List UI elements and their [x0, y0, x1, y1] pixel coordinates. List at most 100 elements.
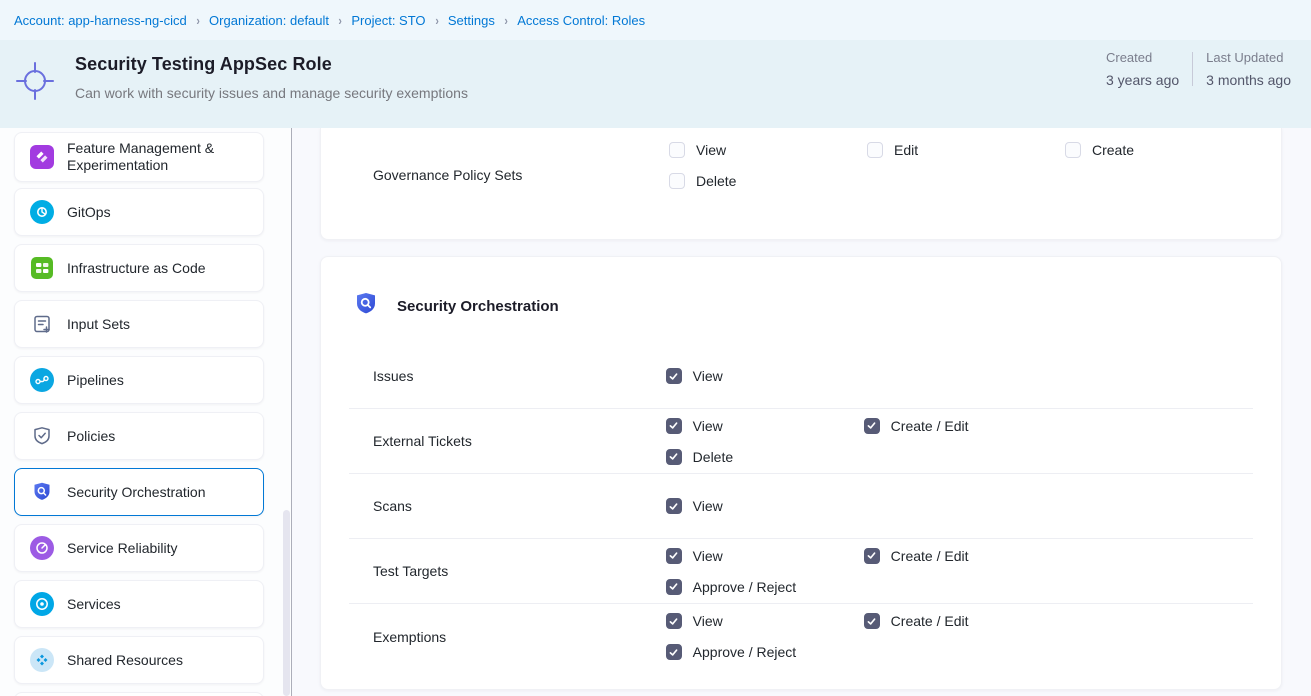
breadcrumb-access-control-roles[interactable]: Access Control: Roles: [517, 13, 645, 28]
resource-label: Issues: [373, 368, 666, 384]
resource-label: Exemptions: [373, 629, 666, 645]
gitops-icon: [30, 200, 54, 224]
permission-create-edit[interactable]: Create / Edit: [864, 548, 1062, 564]
created-value: 3 years ago: [1106, 72, 1179, 88]
sidebar-item-label: Service Reliability: [67, 540, 177, 557]
checkbox-icon[interactable]: [864, 613, 880, 629]
governance-permissions: View Edit Create Delete: [669, 142, 1263, 239]
resource-sidebar: Feature Management & Experimentation Git…: [0, 128, 291, 696]
sidebar-item-label: Services: [67, 596, 121, 613]
sidebar-item-label: Security Orchestration: [67, 484, 206, 501]
permission-view[interactable]: View: [666, 548, 864, 564]
sidebar-scrollbar-thumb[interactable]: [283, 510, 290, 696]
pipelines-icon: [30, 368, 54, 392]
input-sets-icon: [30, 312, 54, 336]
section-header: Security Orchestration: [321, 257, 1281, 322]
resource-label: External Tickets: [373, 433, 666, 449]
checkbox-icon[interactable]: [1065, 142, 1081, 158]
sidebar-item-shared-resources[interactable]: Shared Resources: [14, 636, 264, 684]
infrastructure-as-code-icon: [30, 256, 54, 280]
sidebar-item-label: Input Sets: [67, 316, 130, 333]
sidebar-item-security-orchestration[interactable]: Security Orchestration: [14, 468, 264, 516]
sidebar-item-infrastructure-as-code[interactable]: Infrastructure as Code: [14, 244, 264, 292]
sidebar-item-label: Shared Resources: [67, 652, 183, 669]
checkbox-icon[interactable]: [864, 418, 880, 434]
feature-flags-icon: [30, 145, 54, 169]
row-issues: Issues View: [349, 344, 1253, 409]
service-reliability-icon: [30, 536, 54, 560]
checkbox-icon[interactable]: [666, 579, 682, 595]
sidebar-item-partial[interactable]: [14, 692, 264, 696]
page-title: Security Testing AppSec Role: [75, 54, 475, 75]
section-title: Security Orchestration: [397, 298, 559, 315]
breadcrumb-separator-icon: ›: [435, 13, 438, 28]
checkbox-icon[interactable]: [666, 613, 682, 629]
security-orchestration-icon: [30, 480, 54, 504]
row-external-tickets: External Tickets View Create / Edit: [349, 409, 1253, 474]
breadcrumb-project[interactable]: Project: STO: [351, 13, 425, 28]
permission-create-edit[interactable]: Create / Edit: [864, 613, 1062, 629]
row-scans: Scans View: [349, 474, 1253, 539]
permission-view[interactable]: View: [666, 498, 864, 514]
sidebar-item-service-reliability[interactable]: Service Reliability: [14, 524, 264, 572]
checkbox-icon[interactable]: [666, 368, 682, 384]
checkbox-icon[interactable]: [669, 173, 685, 189]
crosshair-role-icon: [12, 58, 58, 104]
role-description: Can work with security issues and manage…: [75, 84, 475, 102]
breadcrumb-account[interactable]: Account: app-harness-ng-cicd: [14, 13, 187, 28]
permission-approve-reject[interactable]: Approve / Reject: [666, 644, 864, 660]
breadcrumb: Account: app-harness-ng-cicd › Organizat…: [0, 0, 1311, 40]
sidebar-item-label: GitOps: [67, 204, 111, 221]
permissions-panel: Governance Policy Sets View Edit Create: [292, 128, 1311, 696]
resource-label: Test Targets: [373, 563, 666, 579]
sidebar-item-services[interactable]: Services: [14, 580, 264, 628]
permission-rows: Issues View External Tickets: [321, 344, 1281, 669]
role-details-page: Account: app-harness-ng-cicd › Organizat…: [0, 0, 1311, 696]
permission-create[interactable]: Create: [1065, 142, 1263, 158]
breadcrumb-separator-icon: ›: [338, 13, 341, 28]
sidebar-item-input-sets[interactable]: Input Sets: [14, 300, 264, 348]
security-orchestration-shield-icon: [353, 291, 379, 322]
permission-edit[interactable]: Edit: [867, 142, 1065, 158]
sidebar-item-label: Infrastructure as Code: [67, 260, 206, 277]
row-test-targets: Test Targets View Create / Edit: [349, 539, 1253, 604]
breadcrumb-organization[interactable]: Organization: default: [209, 13, 329, 28]
sidebar-item-label: Policies: [67, 428, 115, 445]
services-icon: [30, 592, 54, 616]
last-updated-label: Last Updated: [1206, 50, 1291, 65]
permission-view[interactable]: View: [669, 142, 867, 158]
page-header: Security Testing AppSec Role Can work wi…: [0, 40, 1311, 128]
page-body: Feature Management & Experimentation Git…: [0, 128, 1311, 696]
permission-delete[interactable]: Delete: [669, 173, 867, 189]
permission-create-edit[interactable]: Create / Edit: [864, 418, 1062, 434]
permission-view[interactable]: View: [666, 418, 864, 434]
policies-icon: [30, 424, 54, 448]
last-updated-value: 3 months ago: [1206, 72, 1291, 88]
sidebar-item-pipelines[interactable]: Pipelines: [14, 356, 264, 404]
permission-view[interactable]: View: [666, 368, 864, 384]
sidebar-item-gitops[interactable]: GitOps: [14, 188, 264, 236]
breadcrumb-separator-icon: ›: [196, 13, 199, 28]
meta-divider: [1192, 52, 1193, 86]
checkbox-icon[interactable]: [666, 449, 682, 465]
shared-resources-icon: [30, 648, 54, 672]
security-orchestration-section: Security Orchestration Issues View: [320, 256, 1282, 690]
created-label: Created: [1106, 50, 1179, 65]
permission-delete[interactable]: Delete: [666, 449, 864, 465]
row-exemptions: Exemptions View Create / Edit: [349, 604, 1253, 669]
breadcrumb-settings[interactable]: Settings: [448, 13, 495, 28]
sidebar-item-label: Pipelines: [67, 372, 124, 389]
sidebar-item-policies[interactable]: Policies: [14, 412, 264, 460]
checkbox-icon[interactable]: [666, 548, 682, 564]
checkbox-icon[interactable]: [864, 548, 880, 564]
checkbox-icon[interactable]: [867, 142, 883, 158]
checkbox-icon[interactable]: [669, 142, 685, 158]
resource-label: Governance Policy Sets: [373, 167, 669, 239]
checkbox-icon[interactable]: [666, 498, 682, 514]
checkbox-icon[interactable]: [666, 418, 682, 434]
permission-view[interactable]: View: [666, 613, 864, 629]
sidebar-item-feature-management[interactable]: Feature Management & Experimentation: [14, 132, 264, 182]
sidebar-item-label: Feature Management & Experimentation: [67, 140, 253, 174]
permission-approve-reject[interactable]: Approve / Reject: [666, 579, 864, 595]
checkbox-icon[interactable]: [666, 644, 682, 660]
